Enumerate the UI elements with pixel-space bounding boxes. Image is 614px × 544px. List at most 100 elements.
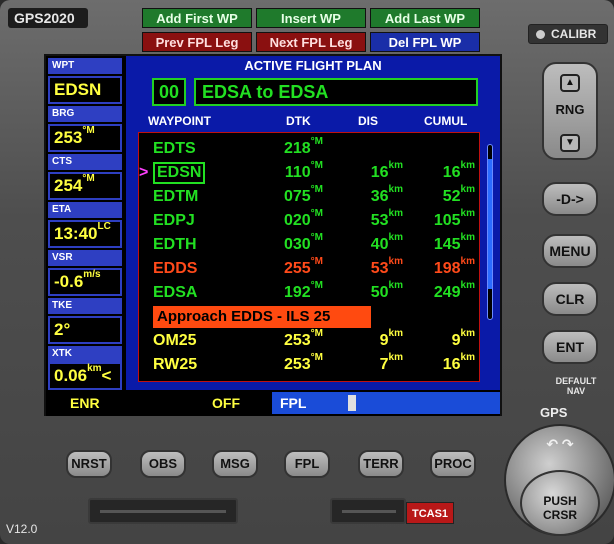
dtk-cell: 030°M <box>263 233 323 257</box>
wpt-label: WPT <box>48 58 122 74</box>
gps-label: GPS <box>540 405 568 420</box>
range-down-icon[interactable]: ▼ <box>560 134 580 152</box>
scrollbar[interactable] <box>487 144 493 320</box>
add-last-wp-button[interactable]: Add Last WP <box>370 8 480 28</box>
dis-cell: 16km <box>323 161 403 185</box>
table-row[interactable]: EDPJ 020°M 53 km 105km <box>139 209 479 233</box>
brand-label: GPS2020 <box>8 8 88 28</box>
proc-button[interactable]: PROC <box>430 450 476 478</box>
waypoint-cell[interactable]: EDSN <box>153 161 206 185</box>
value-text: 9 <box>451 332 461 349</box>
scrollbar-thumb[interactable] <box>488 159 492 289</box>
menu-button[interactable]: MENU <box>542 234 598 268</box>
status-bar: ENR OFF FPL <box>46 390 500 416</box>
approach-header[interactable]: Approach EDDS - ILS 25 <box>153 306 371 328</box>
knob-rotate-arrows-icon: ↶ ↷ <box>546 436 574 452</box>
waypoint-cell[interactable]: EDSA <box>153 281 197 305</box>
cumul-cell: 9km <box>401 329 475 353</box>
dis-cell: 7km <box>323 353 403 377</box>
table-row[interactable]: EDDS 255°M 53km 198km <box>139 257 479 281</box>
calibr-button[interactable]: CALIBR <box>528 24 608 44</box>
unit-text: km <box>460 280 475 291</box>
prev-fpl-leg-button[interactable]: Prev FPL Leg <box>142 32 252 52</box>
value-text: 16 <box>442 164 461 181</box>
dis-cell: 40km <box>323 233 403 257</box>
fpl-number[interactable]: 00 <box>152 78 186 106</box>
col-header-dis: DIS <box>358 114 379 128</box>
waypoint-id: EDPJ <box>153 212 195 229</box>
cts-value: 254°M <box>48 172 122 200</box>
value-text: 7 <box>379 356 389 373</box>
dtk-cell: 020°M <box>263 209 323 233</box>
waypoint-cell[interactable]: EDTM <box>153 185 198 209</box>
value-text: 145 <box>433 236 461 253</box>
waypoint-cell[interactable]: EDTS <box>153 137 196 161</box>
table-row[interactable]: > EDSN 110°M 16km 16km <box>139 161 479 185</box>
clr-button[interactable]: CLR <box>542 282 598 316</box>
dis-cell: 53km <box>323 257 403 281</box>
xtk-label: XTK <box>48 346 122 362</box>
unit-text: °M <box>310 232 323 243</box>
unit-text: °M <box>310 256 323 267</box>
obs-button[interactable]: OBS <box>140 450 186 478</box>
unit-text: °M <box>310 184 323 195</box>
waypoint-cell[interactable]: EDPJ <box>153 209 195 233</box>
value-text: 030 <box>283 236 311 253</box>
table-row[interactable]: RW25 253°M 7km 16km <box>139 353 479 377</box>
waypoint-cell[interactable]: OM25 <box>153 329 197 353</box>
range-rocker[interactable]: ▲ RNG ▼ <box>542 62 598 160</box>
active-leg-marker-icon: > <box>139 164 149 181</box>
col-header-cumul: CUMUL <box>424 114 468 128</box>
value-text: 218 <box>283 140 311 157</box>
dtk-cell: 192°M <box>263 281 323 305</box>
col-header-waypoint: WAYPOINT <box>148 114 211 128</box>
msg-button[interactable]: MSG <box>212 450 258 478</box>
value-text: 53 <box>370 212 389 229</box>
status-page: FPL <box>280 395 307 411</box>
unit-text: km <box>460 208 475 219</box>
table-row[interactable]: EDTH 030°M 40km 145km <box>139 233 479 257</box>
card-slot-left <box>88 498 238 524</box>
table-row[interactable]: EDTS 218°M <box>139 137 479 161</box>
del-fpl-wp-button[interactable]: Del FPL WP <box>370 32 480 52</box>
table-row[interactable]: EDTM 075°M 36km 52km <box>139 184 479 209</box>
tcas-button[interactable]: TCAS1 <box>406 502 454 524</box>
cumul-cell: 198km <box>401 257 475 281</box>
fpl-name[interactable]: EDSA to EDSA <box>194 78 478 106</box>
waypoint-cell[interactable]: RW25 <box>153 353 197 377</box>
add-first-wp-button[interactable]: Add First WP <box>142 8 252 28</box>
waypoint-cell[interactable]: EDDS <box>153 257 197 281</box>
cumul-cell: 16km <box>401 353 475 377</box>
value-text: 40 <box>370 236 389 253</box>
range-up-icon[interactable]: ▲ <box>560 74 580 92</box>
value-text: 249 <box>433 284 461 301</box>
direct-to-button[interactable]: -D-> <box>542 182 598 216</box>
cumul-cell: 105km <box>401 209 475 233</box>
ent-button[interactable]: ENT <box>542 330 598 364</box>
waypoint-cell[interactable]: EDTH <box>153 233 197 257</box>
unit-text: km <box>460 160 475 171</box>
cumul-cell: 16km <box>401 161 475 185</box>
table-row[interactable]: EDSA 192°M 50km 249km <box>139 280 479 305</box>
insert-wp-button[interactable]: Insert WP <box>256 8 366 28</box>
table-row[interactable]: OM25 253°M 9km 9km <box>139 329 479 353</box>
calibr-label: CALIBR <box>551 27 597 41</box>
gps-screen: WPT EDSN BRG 253°M CTS 254°M ETA 13:40LC… <box>44 54 502 416</box>
default-nav-label: DEFAULT NAV <box>555 376 597 396</box>
next-fpl-leg-button[interactable]: Next FPL Leg <box>256 32 366 52</box>
cumul-cell: 145km <box>401 233 475 257</box>
dis-cell: 50km <box>323 281 403 305</box>
terr-button[interactable]: TERR <box>358 450 404 478</box>
dtk-cell: 110°M <box>263 161 323 185</box>
version-label: V12.0 <box>6 522 38 536</box>
nrst-button[interactable]: NRST <box>66 450 112 478</box>
dtk-cell: 255°M <box>263 257 323 281</box>
fpl-button[interactable]: FPL <box>284 450 330 478</box>
value-text: 110 <box>284 164 311 181</box>
value-text: 020 <box>283 212 311 229</box>
status-page-field: FPL <box>272 392 500 414</box>
flight-plan-panel: ACTIVE FLIGHT PLAN 00 EDSA to EDSA WAYPO… <box>126 56 500 390</box>
brg-value: 253°M <box>48 124 122 152</box>
waypoint-id: EDSN <box>153 162 206 184</box>
waypoint-id: EDTM <box>153 188 199 205</box>
